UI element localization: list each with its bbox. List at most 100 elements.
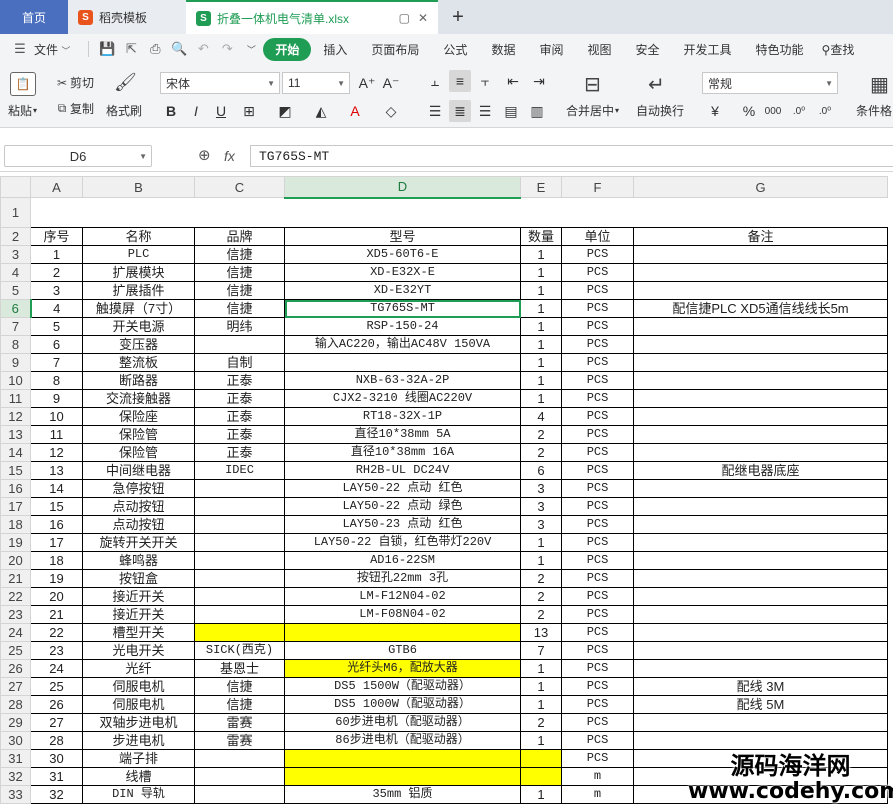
- paste-label[interactable]: 粘贴 ▾: [8, 102, 37, 119]
- cell-b[interactable]: 端子排: [82, 749, 195, 768]
- formula-input[interactable]: TG765S-MT: [250, 145, 893, 167]
- cell-e[interactable]: 1: [520, 299, 562, 318]
- cell-f[interactable]: PCS: [561, 335, 634, 354]
- justify-icon[interactable]: ▤: [500, 100, 522, 122]
- cell-c[interactable]: [194, 533, 285, 552]
- cell-b[interactable]: 旋转开关开关: [82, 533, 195, 552]
- row-header[interactable]: 22: [0, 587, 31, 606]
- cell-b[interactable]: 光电开关: [82, 641, 195, 660]
- print-icon[interactable]: ⎙: [146, 40, 164, 58]
- row-header[interactable]: 27: [0, 677, 31, 696]
- cell-g[interactable]: [633, 245, 888, 264]
- underline-icon[interactable]: U: [210, 100, 232, 122]
- cell-a[interactable]: 27: [30, 713, 83, 732]
- cell-e[interactable]: 2: [520, 605, 562, 624]
- cell-g[interactable]: [633, 641, 888, 660]
- cell-b[interactable]: 扩展插件: [82, 281, 195, 300]
- italic-icon[interactable]: I: [185, 100, 207, 122]
- row-header[interactable]: 33: [0, 785, 31, 804]
- cell-a[interactable]: 2: [30, 263, 83, 282]
- cell-a[interactable]: 1: [30, 245, 83, 264]
- cell-c[interactable]: [194, 479, 285, 498]
- cell-f[interactable]: PCS: [561, 425, 634, 444]
- cell-a[interactable]: 17: [30, 533, 83, 552]
- cell-b[interactable]: 开关电源: [82, 317, 195, 336]
- menu-tab-data[interactable]: 数据: [479, 41, 527, 58]
- cell[interactable]: [633, 197, 888, 228]
- cell-f[interactable]: PCS: [561, 749, 634, 768]
- header-cell-index[interactable]: 序号: [30, 227, 83, 246]
- cell-g[interactable]: [633, 605, 888, 624]
- cell-e[interactable]: 2: [520, 713, 562, 732]
- menu-tab-insert[interactable]: 插入: [311, 41, 359, 58]
- menu-tab-view[interactable]: 视图: [575, 41, 623, 58]
- cell-f[interactable]: PCS: [561, 371, 634, 390]
- cell-a[interactable]: 26: [30, 695, 83, 714]
- row-header[interactable]: 23: [0, 605, 31, 624]
- row-header[interactable]: 1: [0, 197, 31, 228]
- undo-icon[interactable]: ↶: [194, 40, 212, 58]
- column-header-f[interactable]: F: [561, 176, 634, 198]
- format-painter-label[interactable]: 格式刷: [106, 102, 142, 119]
- cell-d[interactable]: GTB6: [284, 641, 521, 660]
- cell-d[interactable]: XD-E32YT: [284, 281, 521, 300]
- row-header[interactable]: 14: [0, 443, 31, 462]
- cell-a[interactable]: 24: [30, 659, 83, 678]
- cell-f[interactable]: PCS: [561, 587, 634, 606]
- cell-c[interactable]: SICK(西克): [194, 641, 285, 660]
- cell-c[interactable]: 正泰: [194, 425, 285, 444]
- cell-b[interactable]: 接近开关: [82, 587, 195, 606]
- cell-a[interactable]: 13: [30, 461, 83, 480]
- cell-e[interactable]: 6: [520, 461, 562, 480]
- row-header[interactable]: 19: [0, 533, 31, 552]
- format-painter-button[interactable]: 🖌: [114, 72, 137, 93]
- cell[interactable]: [30, 197, 83, 228]
- cell-e[interactable]: 3: [520, 497, 562, 516]
- column-header-e[interactable]: E: [520, 176, 562, 198]
- row-header[interactable]: 8: [0, 335, 31, 354]
- cell-e[interactable]: 1: [520, 551, 562, 570]
- cell-b[interactable]: 点动按钮: [82, 515, 195, 534]
- cell-a[interactable]: 15: [30, 497, 83, 516]
- cell-e[interactable]: 1: [520, 731, 562, 750]
- cell-c[interactable]: 信捷: [194, 695, 285, 714]
- cell-f[interactable]: PCS: [561, 569, 634, 588]
- cell-g[interactable]: 配线 5M: [633, 695, 888, 714]
- cell-d[interactable]: LAY50-22 点动 红色: [284, 479, 521, 498]
- cell-b[interactable]: 保险座: [82, 407, 195, 426]
- row-header[interactable]: 21: [0, 569, 31, 588]
- cell-a[interactable]: 32: [30, 785, 83, 804]
- cell-c[interactable]: 信捷: [194, 281, 285, 300]
- cell-g[interactable]: [633, 623, 888, 642]
- cell-d[interactable]: LM-F12N04-02: [284, 587, 521, 606]
- print-preview-icon[interactable]: 🔍: [170, 40, 188, 58]
- cell-d[interactable]: 光纤头M6，配放大器: [284, 659, 521, 678]
- cell-c[interactable]: 雷赛: [194, 731, 285, 750]
- cell-e[interactable]: 1: [520, 317, 562, 336]
- header-cell-remark[interactable]: 备注: [633, 227, 888, 246]
- header-cell-qty[interactable]: 数量: [520, 227, 562, 246]
- cell-d[interactable]: 按钮孔22mm 3孔: [284, 569, 521, 588]
- row-header[interactable]: 26: [0, 659, 31, 678]
- cell-d[interactable]: [284, 353, 521, 372]
- row-header[interactable]: 31: [0, 749, 31, 768]
- cell-b[interactable]: 按钮盒: [82, 569, 195, 588]
- increase-font-icon[interactable]: A⁺: [356, 72, 378, 94]
- thousands-icon[interactable]: 000: [762, 100, 784, 122]
- cell-g[interactable]: 配继电器底座: [633, 461, 888, 480]
- cell-b[interactable]: 整流板: [82, 353, 195, 372]
- cell-a[interactable]: 4: [30, 299, 83, 318]
- highlight-bucket-icon[interactable]: ◭: [310, 100, 332, 122]
- select-all-corner[interactable]: [0, 176, 31, 198]
- cell-f[interactable]: PCS: [561, 263, 634, 282]
- cell-e[interactable]: 1: [520, 281, 562, 300]
- cell-d[interactable]: RT18-32X-1P: [284, 407, 521, 426]
- row-header[interactable]: 5: [0, 281, 31, 300]
- decrease-font-icon[interactable]: A⁻: [380, 72, 402, 94]
- cell-c[interactable]: [194, 551, 285, 570]
- font-color-icon[interactable]: A: [344, 100, 366, 122]
- align-middle-icon[interactable]: ≡: [449, 70, 471, 92]
- cell-d[interactable]: CJX2-3210 线圈AC220V: [284, 389, 521, 408]
- cell[interactable]: [82, 197, 195, 228]
- cell-d[interactable]: NXB-63-32A-2P: [284, 371, 521, 390]
